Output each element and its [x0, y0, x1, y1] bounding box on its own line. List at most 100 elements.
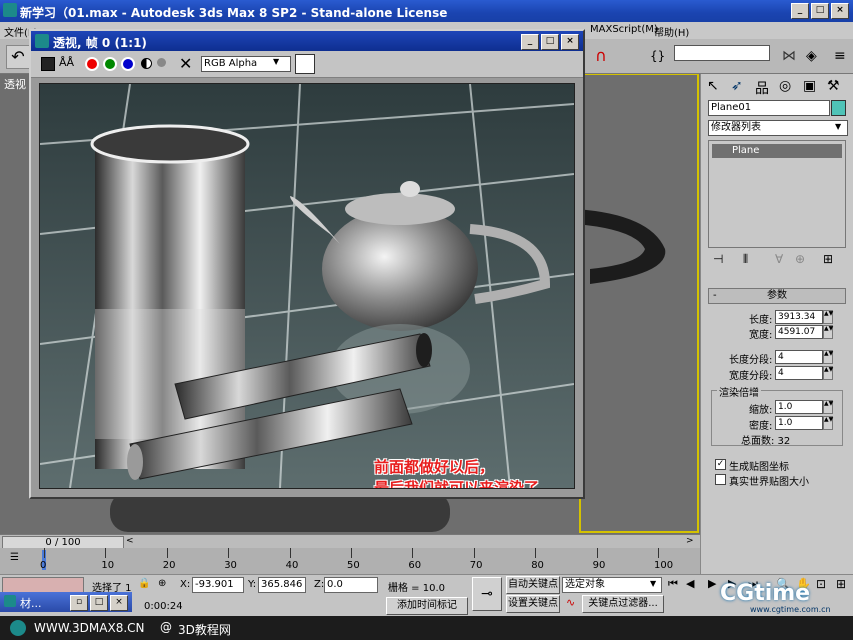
- mono-channel-icon[interactable]: [141, 58, 152, 69]
- add-time-tag-button[interactable]: 添加时间标记: [386, 597, 468, 615]
- blue-channel-icon[interactable]: [121, 57, 135, 71]
- key-filters-button[interactable]: 关键点过滤器...: [582, 595, 664, 613]
- render-minimize-button[interactable]: _: [521, 34, 539, 50]
- save-icon[interactable]: [41, 57, 55, 71]
- minimized-window-icon: [4, 595, 16, 607]
- length-segs-label: 长度分段:: [729, 355, 773, 366]
- scale-input[interactable]: 1.0: [775, 400, 823, 414]
- set-key-button[interactable]: 设置关键点: [506, 595, 560, 613]
- timeline-tick-mark: [658, 548, 659, 558]
- red-channel-icon[interactable]: [85, 57, 99, 71]
- next-frame-icon[interactable]: >: [686, 536, 694, 546]
- utilities-tab-icon[interactable]: ⚒: [827, 78, 845, 96]
- lock-selection-icon[interactable]: 🔒: [138, 578, 150, 589]
- real-world-map-checkbox[interactable]: [715, 474, 726, 485]
- key-selection-dropdown-icon[interactable]: ▼: [650, 579, 656, 588]
- caption-line-1: 前面都做好以后，: [374, 458, 495, 476]
- density-spinner[interactable]: ▲▼: [823, 416, 833, 430]
- minwin-max-button[interactable]: □: [90, 595, 108, 611]
- show-end-result-icon[interactable]: ⫴: [743, 252, 748, 267]
- clear-icon[interactable]: ✕: [179, 54, 192, 73]
- y-coordinate-field[interactable]: 365.846: [258, 577, 306, 593]
- z-coordinate-field[interactable]: 0.0: [324, 577, 378, 593]
- motion-tab-icon[interactable]: ◎: [779, 78, 797, 96]
- width-spinner[interactable]: ▲▼: [823, 325, 833, 339]
- density-input[interactable]: 1.0: [775, 416, 823, 430]
- prev-frame-icon[interactable]: <: [126, 536, 134, 546]
- minwin-restore-button[interactable]: ▫: [70, 595, 88, 611]
- scale-spinner[interactable]: ▲▼: [823, 400, 833, 414]
- stack-item-plane[interactable]: Plane: [712, 144, 842, 158]
- menu-maxscript[interactable]: MAXScript(M): [590, 24, 658, 35]
- undo-icon[interactable]: ↶: [6, 45, 30, 69]
- render-maximize-button[interactable]: □: [541, 34, 559, 50]
- remove-modifier-icon[interactable]: ⊕: [795, 252, 805, 266]
- channel-dropdown-icon[interactable]: ▼: [273, 57, 279, 66]
- timeline-tick-label: 10: [101, 560, 115, 571]
- timeline-tick-mark: [351, 548, 352, 558]
- green-channel-icon[interactable]: [103, 57, 117, 71]
- timeline-tick-label: 80: [531, 560, 544, 571]
- app-title: 新学习（01.max - Autodesk 3ds Max 8 SP2 - St…: [20, 6, 448, 20]
- timeline-tick-mark: [44, 548, 45, 558]
- track-bar[interactable]: ☰ 0 10 20 30 40 50 60 70 80 90 100: [0, 548, 700, 574]
- named-selection-icon[interactable]: {}: [650, 45, 670, 67]
- menu-help[interactable]: 帮助(H): [654, 24, 689, 39]
- key-filters-icon[interactable]: ∿: [566, 596, 575, 609]
- close-button[interactable]: ×: [831, 3, 849, 19]
- create-tab-icon[interactable]: ↖: [707, 78, 725, 96]
- width-input[interactable]: 4591.07: [775, 325, 823, 339]
- x-coordinate-field[interactable]: -93.901: [192, 577, 244, 593]
- object-name-field[interactable]: Plane01: [708, 100, 830, 116]
- total-faces: 总面数: 32: [741, 436, 791, 447]
- align-icon[interactable]: ◈: [806, 45, 826, 67]
- length-input[interactable]: 3913.34: [775, 310, 823, 324]
- length-spinner[interactable]: ▲▼: [823, 310, 833, 324]
- make-unique-icon[interactable]: ∀: [775, 252, 783, 266]
- maximize-button[interactable]: □: [811, 3, 829, 19]
- named-selection-combo[interactable]: [674, 45, 770, 61]
- goto-start-icon[interactable]: ⏮: [668, 577, 678, 591]
- alpha-channel-icon[interactable]: [157, 58, 166, 67]
- render-window-title: 透视, 帧 0 (1:1): [53, 36, 147, 50]
- render-close-button[interactable]: ×: [561, 34, 579, 50]
- hierarchy-tab-icon[interactable]: 品: [755, 78, 773, 97]
- params-rollout-header[interactable]: - 参数: [708, 288, 846, 304]
- length-segs-input[interactable]: 4: [775, 350, 823, 364]
- clone-icon[interactable]: ÅÅ: [59, 55, 75, 71]
- site-logo-icon: [10, 620, 26, 636]
- mirror-icon[interactable]: ⋈: [782, 45, 800, 67]
- width-segs-input[interactable]: 4: [775, 366, 823, 380]
- object-color-swatch[interactable]: [831, 100, 846, 116]
- timeline-tick-label: 100: [654, 560, 674, 571]
- auto-key-button[interactable]: 自动关键点: [506, 576, 560, 594]
- modify-tab-icon[interactable]: ➶: [731, 78, 749, 96]
- configure-sets-icon[interactable]: ⊞: [823, 252, 833, 266]
- modifier-list-select[interactable]: 修改器列表: [708, 120, 848, 136]
- length-label: 长度:: [749, 315, 773, 326]
- rollout-title: 参数: [767, 290, 787, 301]
- color-swatch[interactable]: [295, 54, 315, 74]
- gen-map-coords-label: 生成贴图坐标: [729, 462, 789, 473]
- display-tab-icon[interactable]: ▣: [803, 78, 821, 96]
- minimized-material-window[interactable]: 材... ▫ □ ×: [0, 592, 132, 612]
- curve-editor-icon[interactable]: ☰: [10, 552, 26, 566]
- viewport-label[interactable]: 透视: [4, 76, 26, 92]
- timeline-tick-label: 50: [347, 560, 360, 571]
- minimize-button[interactable]: _: [791, 3, 809, 19]
- site-name-2: 3D教程网: [178, 623, 231, 637]
- length-segs-spinner[interactable]: ▲▼: [823, 350, 833, 364]
- caption-line-2: 最后我们就可以来渲染了……: [374, 479, 570, 489]
- key-mode-icon[interactable]: ⊸: [472, 577, 502, 611]
- gen-map-coords-checkbox[interactable]: ✓: [715, 459, 726, 470]
- layer-icon[interactable]: ≡: [834, 45, 850, 67]
- render-window-toolbar: ÅÅ ✕ RGB Alpha ▼: [31, 51, 583, 78]
- pin-stack-icon[interactable]: ⊣: [713, 252, 723, 266]
- modifier-list-dropdown-icon[interactable]: ▼: [835, 122, 841, 131]
- snap-magnet-icon[interactable]: ∩: [590, 45, 612, 67]
- key-selection-select[interactable]: 选定对象: [562, 577, 662, 593]
- time-slider[interactable]: 0 / 100 < >: [0, 534, 700, 549]
- minwin-close-button[interactable]: ×: [110, 595, 128, 611]
- width-segs-spinner[interactable]: ▲▼: [823, 366, 833, 380]
- absolute-mode-icon[interactable]: ⊕: [158, 578, 166, 589]
